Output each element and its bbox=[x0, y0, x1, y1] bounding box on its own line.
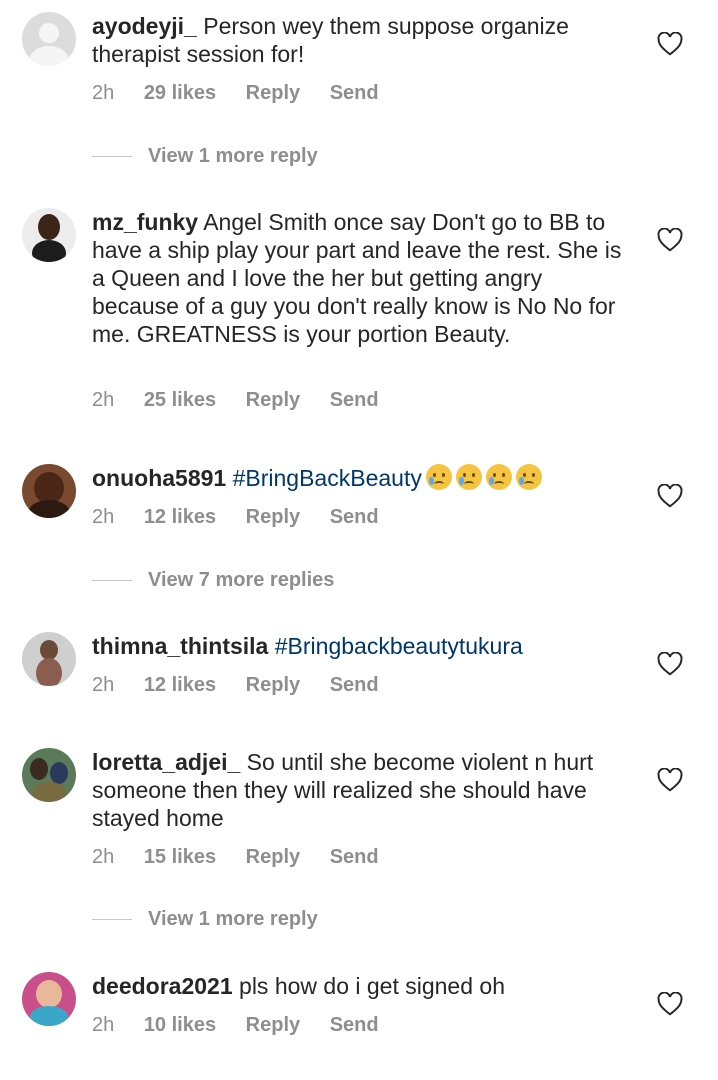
send-button[interactable]: Send bbox=[330, 674, 379, 696]
comment-text: deedora2021 pls how do i get signed oh bbox=[92, 972, 632, 1000]
crying-face-icon bbox=[515, 464, 542, 490]
avatar[interactable] bbox=[22, 464, 76, 518]
timestamp: 2h bbox=[92, 674, 115, 696]
send-button[interactable]: Send bbox=[330, 82, 379, 104]
comment-meta: 2h 12 likes Reply Send bbox=[92, 674, 403, 697]
username[interactable]: deedora2021 bbox=[92, 973, 233, 999]
comment-text: ayodeyji_ Person wey them suppose organi… bbox=[92, 12, 632, 68]
comment-meta: 2h 29 likes Reply Send bbox=[92, 82, 403, 105]
divider bbox=[92, 580, 132, 581]
comment-text: loretta_adjei_ So until she become viole… bbox=[92, 748, 632, 832]
comment-meta: 2h 15 likes Reply Send bbox=[92, 846, 403, 869]
heart-outline-icon[interactable] bbox=[657, 992, 683, 1016]
send-button[interactable]: Send bbox=[330, 389, 379, 411]
timestamp: 2h bbox=[92, 846, 115, 868]
reply-button[interactable]: Reply bbox=[246, 82, 300, 104]
crying-face-icon bbox=[425, 464, 452, 490]
comment-text: onuoha5891 #BringBackBeauty bbox=[92, 464, 652, 492]
comment-text: mz_funky Angel Smith once say Don't go t… bbox=[92, 208, 632, 348]
view-more-replies[interactable]: View 1 more reply bbox=[92, 908, 318, 931]
comment-text: thimna_thintsila #Bringbackbeautytukura bbox=[92, 632, 632, 660]
username[interactable]: loretta_adjei_ bbox=[92, 749, 240, 775]
heart-outline-icon[interactable] bbox=[657, 228, 683, 252]
heart-outline-icon[interactable] bbox=[657, 768, 683, 792]
timestamp: 2h bbox=[92, 1014, 115, 1036]
send-button[interactable]: Send bbox=[330, 1014, 379, 1036]
heart-outline-icon[interactable] bbox=[657, 484, 683, 508]
avatar[interactable] bbox=[22, 632, 76, 686]
likes-count[interactable]: 29 likes bbox=[144, 82, 216, 104]
likes-count[interactable]: 10 likes bbox=[144, 1014, 216, 1036]
divider bbox=[92, 156, 132, 157]
view-more-replies[interactable]: View 7 more replies bbox=[92, 569, 334, 592]
hashtag-link[interactable]: #Bringbackbeautytukura bbox=[275, 633, 523, 659]
username[interactable]: mz_funky bbox=[92, 209, 198, 235]
username[interactable]: onuoha5891 bbox=[92, 465, 226, 491]
view-more-replies[interactable]: View 1 more reply bbox=[92, 145, 318, 168]
view-more-label[interactable]: View 1 more reply bbox=[148, 145, 318, 168]
crying-face-icon bbox=[485, 464, 512, 490]
heart-outline-icon[interactable] bbox=[657, 652, 683, 676]
avatar[interactable] bbox=[22, 972, 76, 1026]
avatar[interactable] bbox=[22, 208, 76, 262]
timestamp: 2h bbox=[92, 389, 115, 411]
comment-meta: 2h 12 likes Reply Send bbox=[92, 506, 403, 529]
timestamp: 2h bbox=[92, 506, 115, 528]
reply-button[interactable]: Reply bbox=[246, 506, 300, 528]
hashtag-link[interactable]: #BringBackBeauty bbox=[233, 465, 422, 491]
comment-meta: 2h 10 likes Reply Send bbox=[92, 1014, 403, 1037]
crying-face-icon bbox=[455, 464, 482, 490]
comment-body: pls how do i get signed oh bbox=[232, 973, 505, 999]
reply-button[interactable]: Reply bbox=[246, 1014, 300, 1036]
reply-button[interactable]: Reply bbox=[246, 674, 300, 696]
likes-count[interactable]: 15 likes bbox=[144, 846, 216, 868]
reply-button[interactable]: Reply bbox=[246, 846, 300, 868]
avatar[interactable] bbox=[22, 12, 76, 66]
view-more-label[interactable]: View 7 more replies bbox=[148, 569, 334, 592]
timestamp: 2h bbox=[92, 82, 115, 104]
avatar[interactable] bbox=[22, 748, 76, 802]
likes-count[interactable]: 25 likes bbox=[144, 389, 216, 411]
username[interactable]: thimna_thintsila bbox=[92, 633, 268, 659]
likes-count[interactable]: 12 likes bbox=[144, 674, 216, 696]
heart-outline-icon[interactable] bbox=[657, 32, 683, 56]
reply-button[interactable]: Reply bbox=[246, 389, 300, 411]
divider bbox=[92, 919, 132, 920]
likes-count[interactable]: 12 likes bbox=[144, 506, 216, 528]
view-more-label[interactable]: View 1 more reply bbox=[148, 908, 318, 931]
username[interactable]: ayodeyji_ bbox=[92, 13, 197, 39]
send-button[interactable]: Send bbox=[330, 846, 379, 868]
send-button[interactable]: Send bbox=[330, 506, 379, 528]
comment-meta: 2h 25 likes Reply Send bbox=[92, 389, 403, 412]
